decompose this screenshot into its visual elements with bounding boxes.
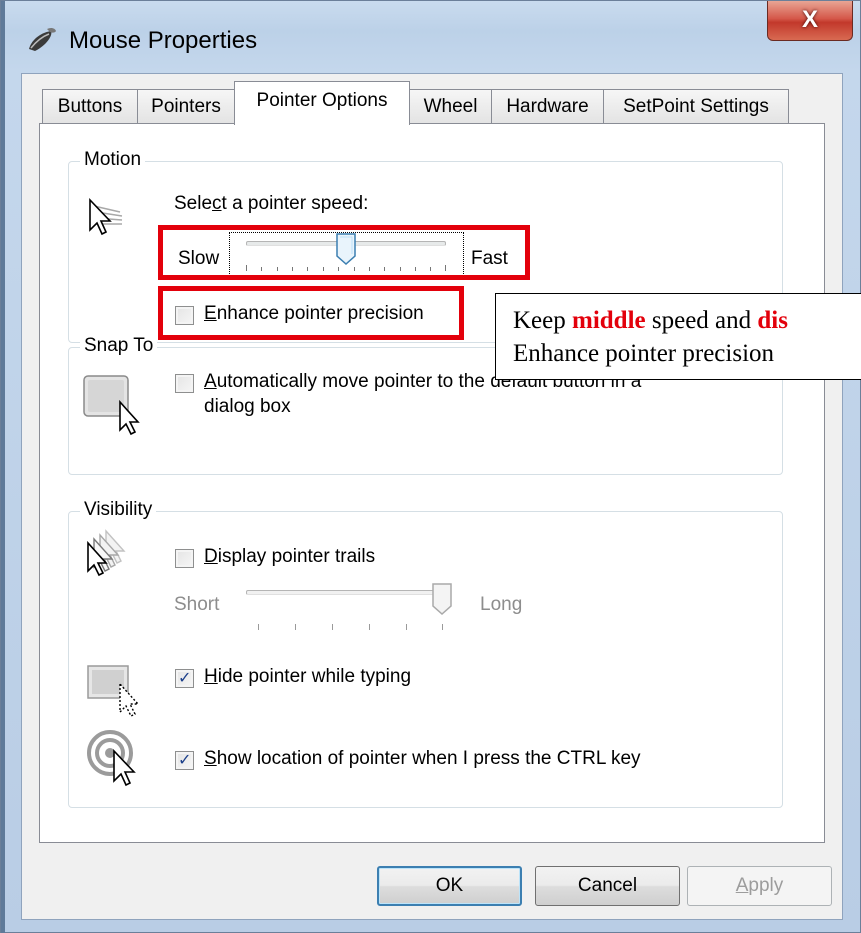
show-location-icon xyxy=(87,730,136,787)
title-bar[interactable]: Mouse Properties X xyxy=(1,1,861,73)
enhance-precision-highlight xyxy=(158,286,464,340)
short-label: Short xyxy=(174,594,220,615)
show-location-checkbox[interactable]: ✓ xyxy=(175,751,194,770)
mouse-properties-window: Mouse Properties X Buttons Pointers Poin… xyxy=(0,0,861,933)
tab-pointers[interactable]: Pointers xyxy=(137,89,235,124)
callout-line-2: Enhance pointer precision xyxy=(513,340,775,367)
trails-slider-thumb xyxy=(432,583,452,616)
check-mark-icon: ✓ xyxy=(178,752,192,769)
pointer-trails-icon xyxy=(87,529,126,577)
trails-slider-track xyxy=(246,590,450,595)
pointer-speed-label: Select a pointer speed: xyxy=(174,193,369,214)
long-label: Long xyxy=(480,594,523,615)
snap-to-icon xyxy=(83,375,140,436)
hide-pointer-icon xyxy=(87,665,140,717)
window-left-edge xyxy=(1,1,5,933)
window-title: Mouse Properties xyxy=(69,27,258,54)
tab-wheel[interactable]: Wheel xyxy=(409,89,492,124)
hide-pointer-label[interactable]: Hide pointer while typing xyxy=(204,666,411,688)
cancel-button[interactable]: Cancel xyxy=(535,866,680,906)
snap-to-label-line2[interactable]: dialog box xyxy=(204,396,291,418)
speed-slider-highlight xyxy=(158,225,530,280)
snap-to-checkbox[interactable] xyxy=(175,374,194,393)
snap-to-group-title: Snap To xyxy=(80,335,158,357)
apply-button[interactable]: Apply xyxy=(687,866,832,906)
pointer-trails-label[interactable]: Display pointer trails xyxy=(204,546,375,568)
tab-pointer-options[interactable]: Pointer Options xyxy=(234,81,410,125)
visibility-group-title: Visibility xyxy=(80,499,157,521)
tab-hardware[interactable]: Hardware xyxy=(491,89,604,124)
check-mark-icon: ✓ xyxy=(178,670,192,687)
mouse-icon xyxy=(29,27,56,51)
tab-setpoint-settings[interactable]: SetPoint Settings xyxy=(603,89,789,124)
pointer-trails-checkbox[interactable] xyxy=(175,549,194,568)
annotation-callout: Keep middle speed and dis Enhance pointe… xyxy=(495,293,861,380)
callout-line-1: Keep middle speed and dis xyxy=(513,307,788,334)
pointer-speed-icon xyxy=(89,198,123,236)
tab-buttons[interactable]: Buttons xyxy=(42,89,138,124)
ok-button[interactable]: OK xyxy=(377,866,522,906)
close-button[interactable]: X xyxy=(767,1,853,41)
motion-group-title: Motion xyxy=(80,149,146,171)
show-location-label[interactable]: Show location of pointer when I press th… xyxy=(204,748,641,770)
hide-pointer-checkbox[interactable]: ✓ xyxy=(175,669,194,688)
